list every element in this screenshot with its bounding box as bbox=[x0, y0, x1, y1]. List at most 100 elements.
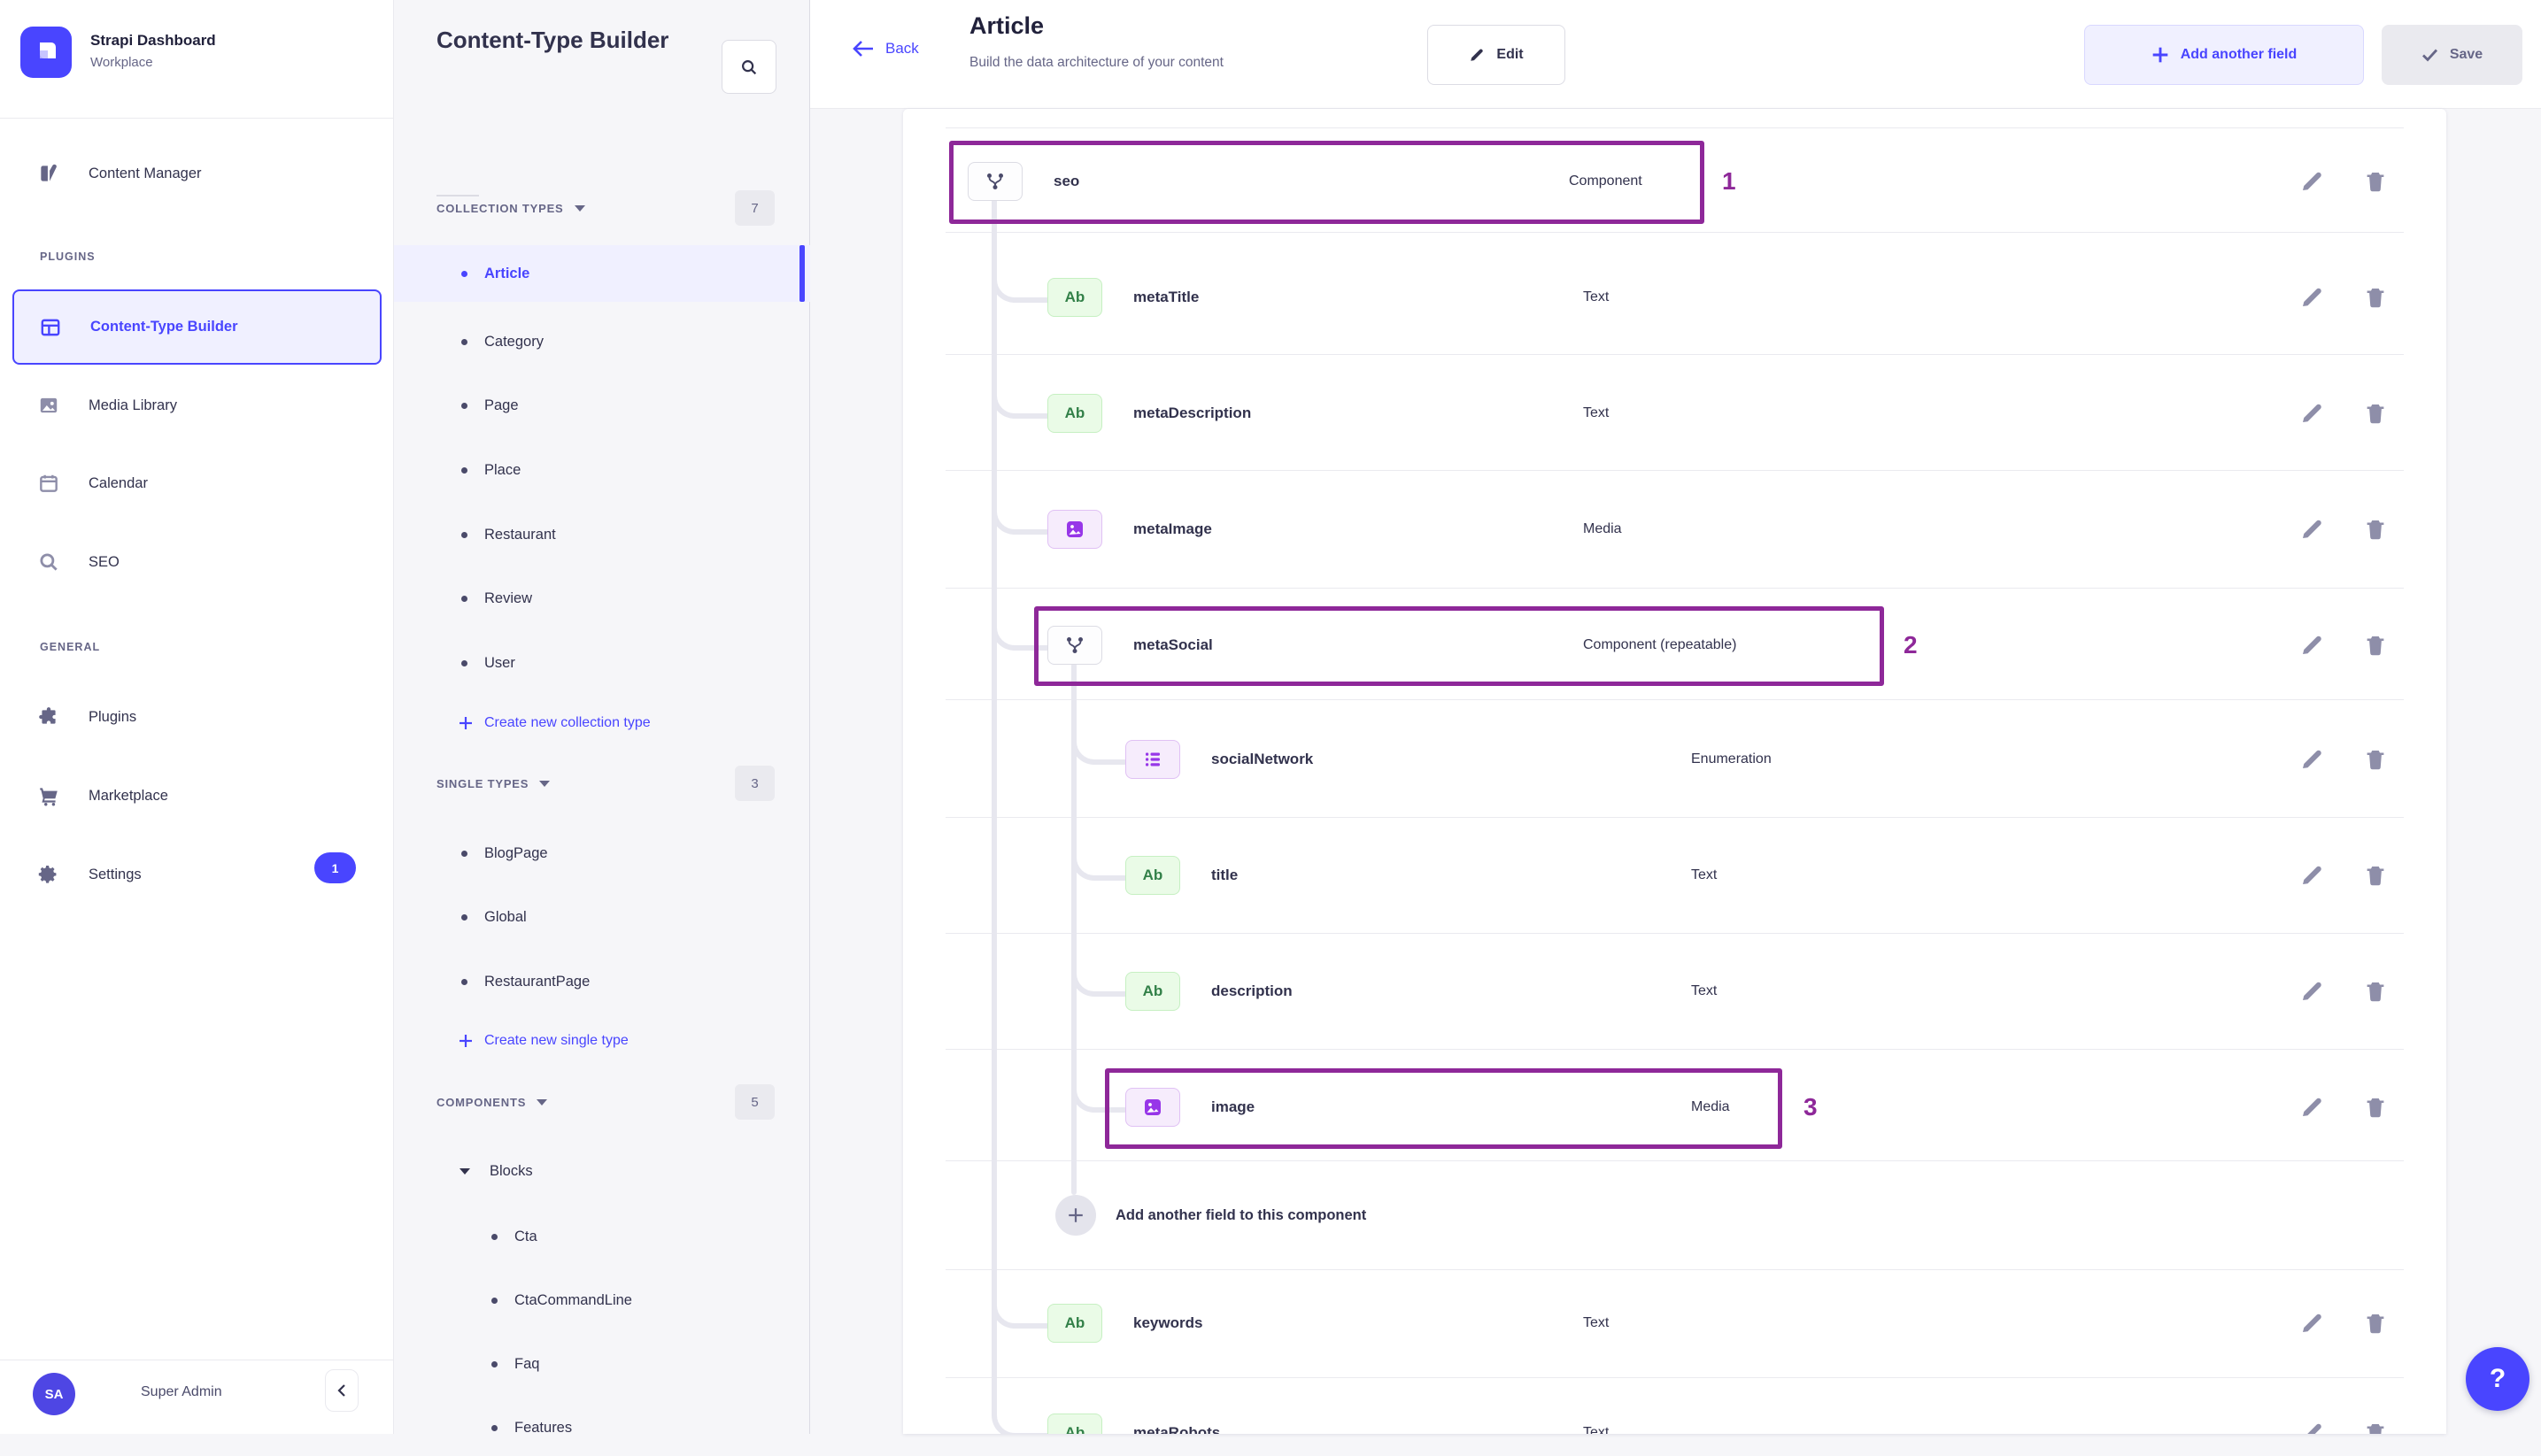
delete-field-button[interactable] bbox=[2362, 516, 2389, 543]
sidebar-item-review[interactable]: Review bbox=[394, 570, 810, 627]
table-row-keywords: Ab keywords Text bbox=[903, 1295, 2446, 1352]
sidebar-item-marketplace[interactable]: Marketplace bbox=[0, 769, 394, 822]
delete-field-button[interactable] bbox=[2362, 978, 2389, 1005]
pencil-icon bbox=[2303, 404, 2321, 422]
edit-field-button[interactable] bbox=[2298, 1094, 2325, 1121]
pencil-icon bbox=[2303, 636, 2321, 654]
content-type-builder-panel: Content-Type Builder COLLECTION TYPES 7 … bbox=[394, 0, 810, 1436]
delete-field-button[interactable] bbox=[2362, 1094, 2389, 1121]
sidebar-item-content-manager[interactable]: Content Manager bbox=[0, 147, 394, 200]
sidebar-item-global[interactable]: Global bbox=[394, 889, 810, 945]
delete-field-button[interactable] bbox=[2362, 168, 2389, 195]
edit-field-button[interactable] bbox=[2298, 1310, 2325, 1337]
sidebar-item-user[interactable]: User bbox=[394, 635, 810, 691]
sidebar-item-blogpage[interactable]: BlogPage bbox=[394, 825, 810, 882]
delete-field-button[interactable] bbox=[2362, 400, 2389, 427]
sidebar-item-label: Settings bbox=[89, 866, 142, 882]
back-link[interactable]: Back bbox=[852, 39, 919, 58]
edit-field-button[interactable] bbox=[2298, 1420, 2325, 1434]
table-row-seo: seo Component bbox=[903, 153, 2446, 210]
sidebar-item-article[interactable]: Article bbox=[394, 245, 810, 302]
sidebar-item-faq[interactable]: Faq bbox=[394, 1336, 810, 1392]
sidebar-item-page[interactable]: Page bbox=[394, 377, 810, 434]
component-group-blocks[interactable]: Blocks bbox=[394, 1143, 810, 1199]
table-row-metaimage: metaImage Media bbox=[903, 501, 2446, 558]
sidebar-item-features[interactable]: Features bbox=[394, 1399, 810, 1456]
components-count: 5 bbox=[735, 1084, 775, 1120]
page-title: Article bbox=[969, 12, 1045, 39]
sidebar-item-plugins[interactable]: Plugins bbox=[0, 690, 394, 743]
delete-field-button[interactable] bbox=[2362, 1420, 2389, 1434]
sidebar-item-cta[interactable]: Cta bbox=[394, 1208, 810, 1265]
bullet-icon bbox=[461, 402, 467, 409]
field-name: description bbox=[1211, 982, 1293, 999]
text-field-icon: Ab bbox=[1047, 394, 1102, 433]
table-row-description: Ab description Text bbox=[903, 963, 2446, 1020]
trash-icon bbox=[2367, 1314, 2384, 1334]
text-field-icon: Ab bbox=[1047, 278, 1102, 317]
trash-icon bbox=[2367, 1424, 2384, 1434]
create-single-type-link[interactable]: Create new single type bbox=[394, 1014, 810, 1067]
sidebar-item-media-library[interactable]: Media Library bbox=[0, 379, 394, 432]
collapse-sidebar-button[interactable] bbox=[325, 1369, 359, 1412]
avatar[interactable]: SA bbox=[33, 1373, 75, 1415]
help-button[interactable]: ? bbox=[2466, 1347, 2529, 1411]
components-header[interactable]: COMPONENTS bbox=[436, 1084, 548, 1120]
sidebar-item-ctacommandline[interactable]: CtaCommandLine bbox=[394, 1272, 810, 1329]
bullet-icon bbox=[461, 850, 467, 857]
fields-table: seo Component Ab metaTitle Text Ab metaD… bbox=[903, 109, 2446, 1434]
bullet-icon bbox=[491, 1360, 498, 1367]
table-row-metasocial: metaSocial Component (repeatable) bbox=[903, 617, 2446, 674]
selected-indicator bbox=[799, 245, 805, 302]
single-types-header[interactable]: SINGLE TYPES bbox=[436, 766, 551, 801]
component-field-icon bbox=[968, 162, 1023, 201]
sidebar-item-content-type-builder[interactable]: Content-Type Builder bbox=[12, 289, 382, 365]
bullet-icon bbox=[461, 913, 467, 921]
edit-button[interactable]: Edit bbox=[1427, 25, 1565, 85]
edit-field-button[interactable] bbox=[2298, 632, 2325, 659]
sidebar-item-restaurant[interactable]: Restaurant bbox=[394, 506, 810, 563]
strapi-logo-icon bbox=[40, 42, 56, 58]
add-another-field-button[interactable]: Add another field bbox=[2084, 25, 2364, 85]
edit-field-button[interactable] bbox=[2298, 400, 2325, 427]
table-row-metatitle: Ab metaTitle Text bbox=[903, 269, 2446, 326]
add-field-to-component-label[interactable]: Add another field to this component bbox=[1116, 1187, 1366, 1244]
trash-icon bbox=[2367, 636, 2384, 656]
delete-field-button[interactable] bbox=[2362, 632, 2389, 659]
create-collection-type-link[interactable]: Create new collection type bbox=[394, 697, 810, 750]
sidebar-item-restaurantpage[interactable]: RestaurantPage bbox=[394, 953, 810, 1010]
trash-icon bbox=[2367, 520, 2384, 540]
section-label: SINGLE TYPES bbox=[436, 776, 529, 790]
divider bbox=[946, 470, 2404, 471]
bullet-icon bbox=[491, 1233, 498, 1240]
field-name: metaDescription bbox=[1133, 404, 1252, 421]
media-library-icon bbox=[37, 394, 60, 417]
collection-types-header[interactable]: COLLECTION TYPES bbox=[436, 190, 585, 226]
section-label: COLLECTION TYPES bbox=[436, 201, 564, 215]
divider bbox=[946, 1269, 2404, 1270]
sidebar-item-category[interactable]: Category bbox=[394, 313, 810, 370]
delete-field-button[interactable] bbox=[2362, 1310, 2389, 1337]
field-type: Text bbox=[1583, 1315, 1610, 1330]
section-label: COMPONENTS bbox=[436, 1095, 527, 1109]
edit-field-button[interactable] bbox=[2298, 746, 2325, 773]
divider bbox=[946, 933, 2404, 934]
search-icon bbox=[37, 551, 60, 574]
app-title: Strapi Dashboard bbox=[90, 32, 216, 49]
delete-field-button[interactable] bbox=[2362, 862, 2389, 889]
sidebar-item-calendar[interactable]: Calendar bbox=[0, 457, 394, 510]
add-field-to-component-button[interactable] bbox=[1055, 1195, 1096, 1236]
sidebar-item-seo[interactable]: SEO bbox=[0, 535, 394, 589]
gear-icon bbox=[37, 863, 60, 886]
edit-field-button[interactable] bbox=[2298, 168, 2325, 195]
edit-field-button[interactable] bbox=[2298, 516, 2325, 543]
save-button[interactable]: Save bbox=[2382, 25, 2522, 85]
edit-field-button[interactable] bbox=[2298, 862, 2325, 889]
edit-field-button[interactable] bbox=[2298, 978, 2325, 1005]
delete-field-button[interactable] bbox=[2362, 284, 2389, 311]
edit-field-button[interactable] bbox=[2298, 284, 2325, 311]
search-button[interactable] bbox=[722, 40, 776, 94]
delete-field-button[interactable] bbox=[2362, 746, 2389, 773]
collection-types-count: 7 bbox=[735, 190, 775, 226]
sidebar-item-place[interactable]: Place bbox=[394, 442, 810, 498]
